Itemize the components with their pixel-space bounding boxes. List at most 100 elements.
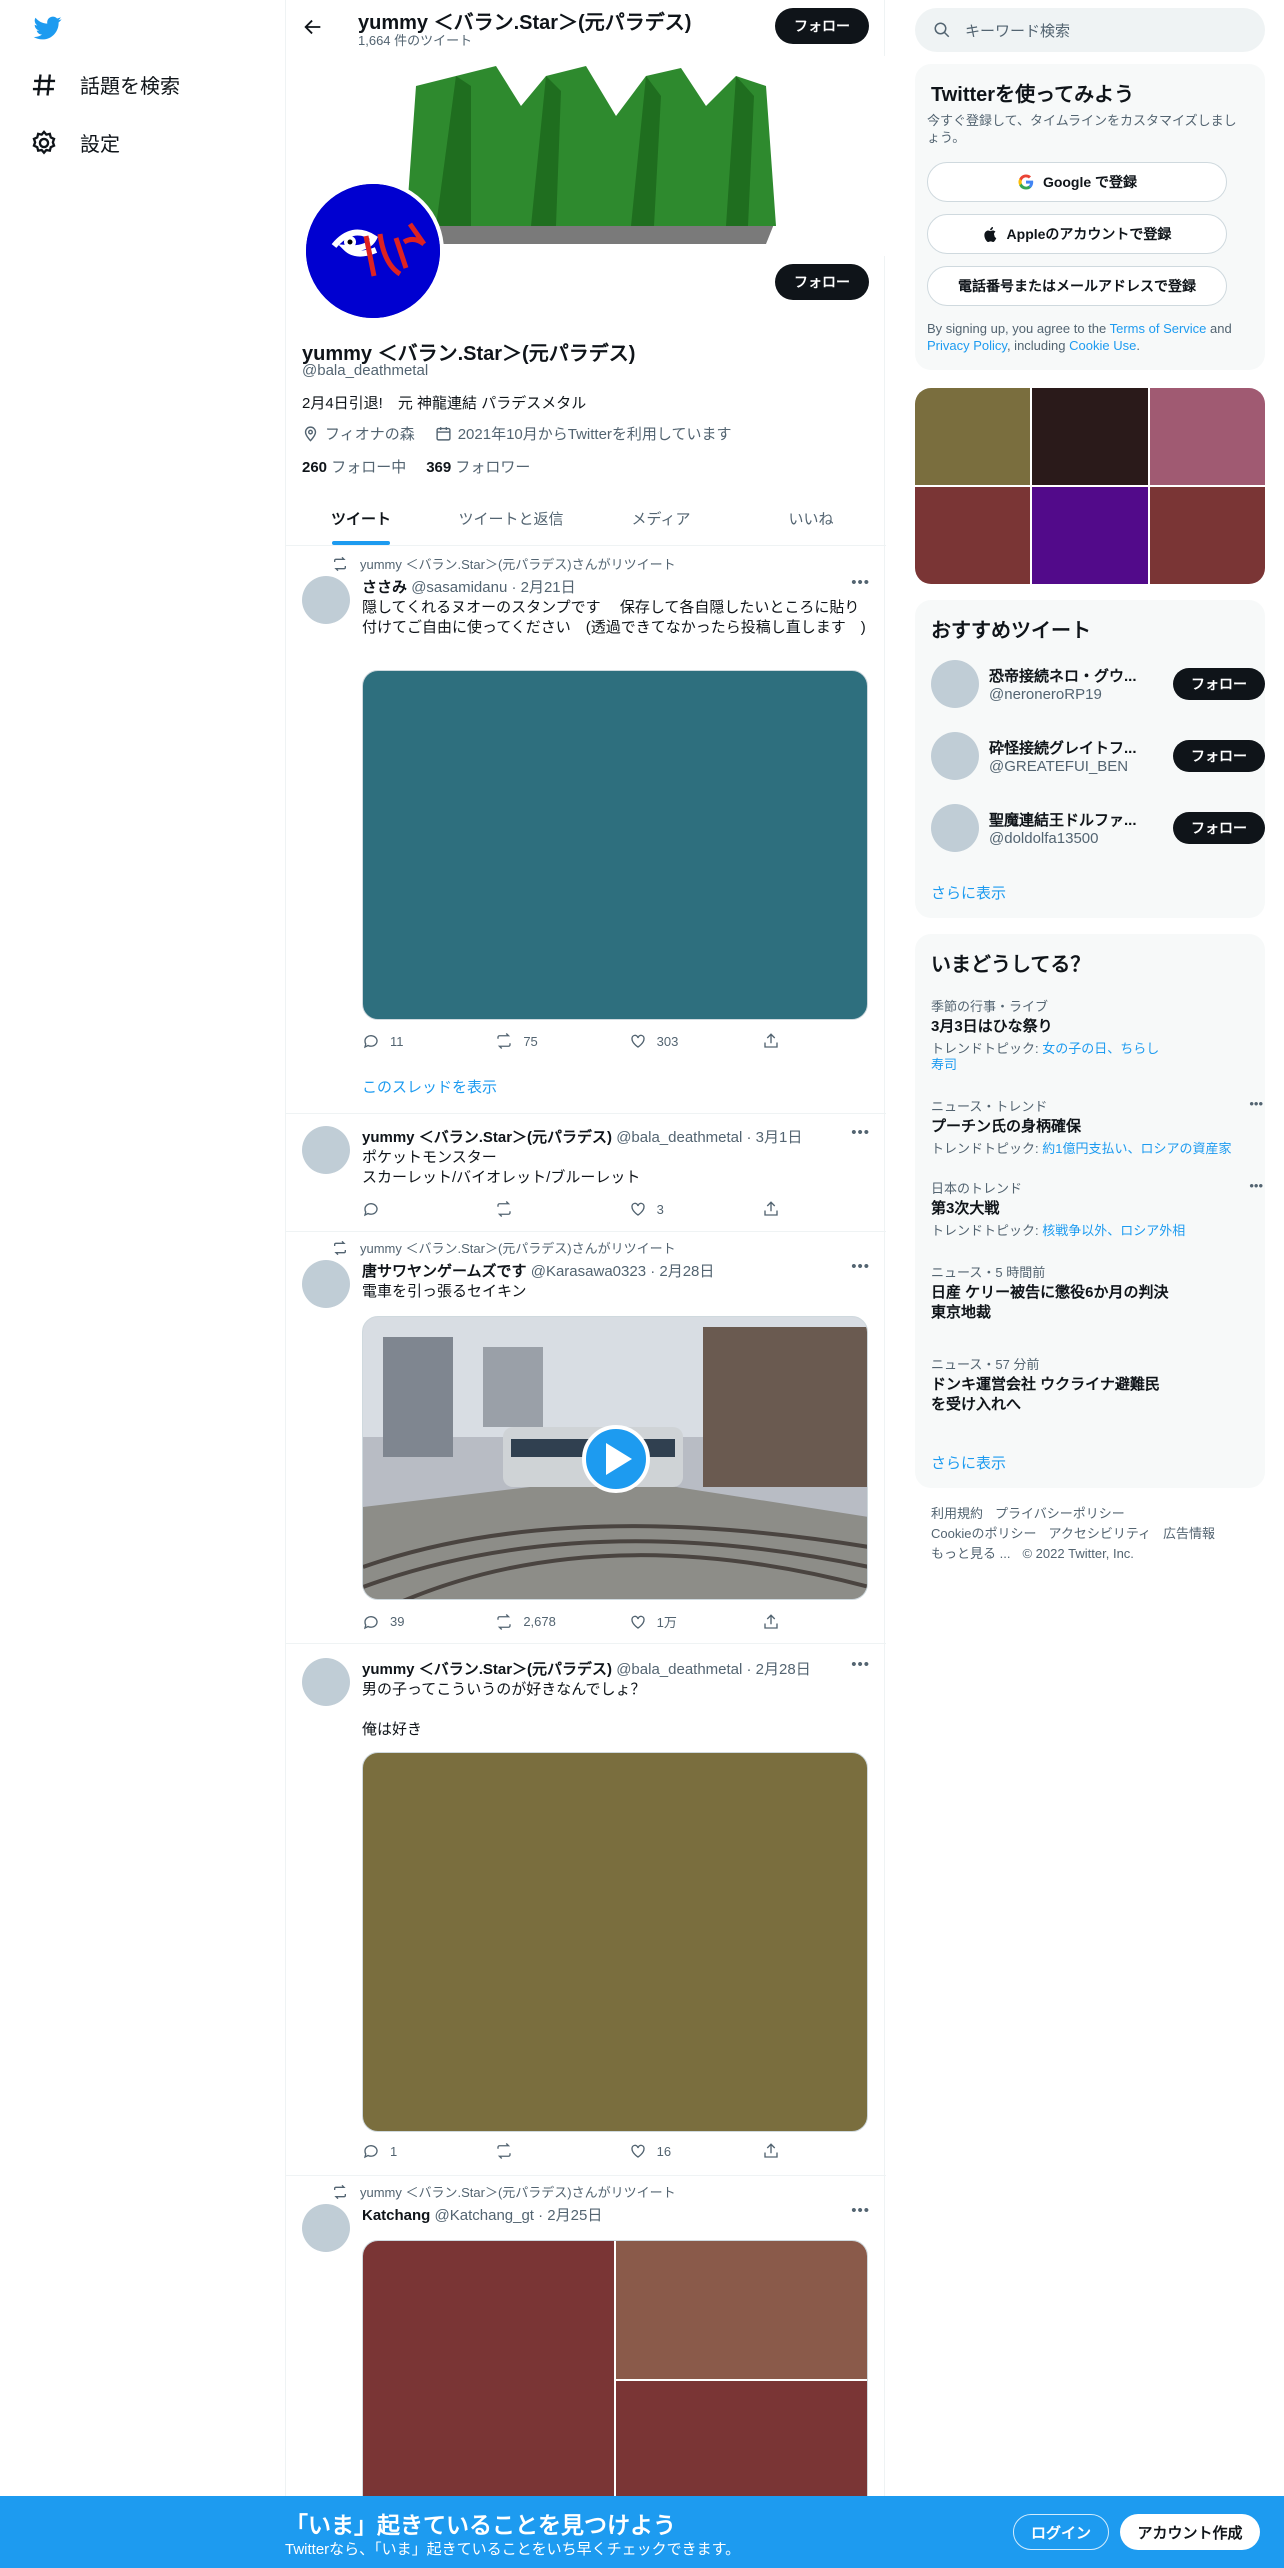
media-thumb[interactable] (915, 487, 1031, 584)
tab-tweets-replies[interactable]: ツイートと返信 (436, 492, 586, 545)
profile-follow-button[interactable]: フォロー (775, 264, 869, 300)
share-button[interactable] (762, 1032, 782, 1050)
media-thumb[interactable] (1032, 388, 1148, 485)
tweet-image[interactable] (363, 2241, 614, 2519)
tweet-author[interactable]: Katchang (362, 2207, 430, 2224)
back-arrow-icon[interactable] (302, 16, 324, 38)
recommended-user[interactable]: 恐帝接続ネロ・グウ... @neroneroRP19 フォロー (931, 660, 1265, 708)
reply-button[interactable]: 39 (362, 1612, 472, 1631)
profile-avatar[interactable] (302, 180, 444, 322)
trend-item[interactable]: 日本のトレンド 第3次大戦 トレンドトピック: 核戦争以外、ロシア外相 ••• (931, 1178, 1263, 1239)
like-button[interactable]: 3 (629, 1200, 739, 1218)
follow-button[interactable]: フォロー (1173, 740, 1265, 772)
tweet-actions: 11 75 303 (362, 1032, 782, 1050)
nav-explore[interactable]: 話題を検索 (30, 70, 180, 99)
trend-topic-link[interactable]: 核戦争以外、ロシア外相 (1042, 1223, 1185, 1238)
share-button[interactable] (762, 1612, 782, 1631)
more-icon[interactable]: ••• (851, 1124, 870, 1141)
trend-item[interactable]: ニュース・5 時間前 日産 ケリー被告に懲役6か月の判決 東京地裁 (931, 1262, 1171, 1323)
signup-button[interactable]: アカウント作成 (1120, 2514, 1260, 2550)
recommended-user[interactable]: 砕怪接続グレイトフ... @GREATEFUI_BEN フォロー (931, 732, 1265, 780)
footer-terms-link[interactable]: 利用規約 (931, 1506, 983, 1521)
show-thread-link[interactable]: このスレッドを表示 (362, 1076, 497, 1097)
tweet-author[interactable]: 唐サワヤンゲームズです (362, 1263, 527, 1280)
reply-button[interactable]: 1 (362, 2142, 472, 2160)
footer-accessibility-link[interactable]: アクセシビリティ (1048, 1526, 1151, 1541)
trend-topic-link[interactable]: 約1億円支払い、ロシアの資産家 (1042, 1141, 1231, 1156)
reply-button[interactable]: 11 (362, 1032, 472, 1050)
twitter-logo-icon[interactable] (32, 14, 64, 42)
avatar[interactable] (302, 1260, 350, 1308)
login-button[interactable]: ログイン (1013, 2514, 1109, 2550)
tweet[interactable]: yummy ＜バラン.Star＞(元パラデス)さんがリツイート Katchang… (286, 2176, 886, 2520)
more-icon[interactable]: ••• (851, 2202, 870, 2219)
media-thumb[interactable] (1032, 487, 1148, 584)
trend-item[interactable]: ニュース・トレンド プーチン氏の身柄確保 トレンドトピック: 約1億円支払い、ロ… (931, 1096, 1263, 1157)
retweet-button[interactable]: 75 (495, 1032, 605, 1050)
avatar[interactable] (302, 1126, 350, 1174)
tweet-image-grid[interactable] (362, 2240, 868, 2520)
tweet-author[interactable]: ささみ (362, 579, 407, 596)
more-icon[interactable]: ••• (1249, 1178, 1263, 1193)
footer-privacy-link[interactable]: プライバシーポリシー (995, 1506, 1125, 1521)
avatar[interactable] (931, 732, 979, 780)
more-icon[interactable]: ••• (1249, 1096, 1263, 1111)
apple-signup-button[interactable]: Appleのアカウントで登録 (927, 214, 1227, 254)
media-thumb[interactable] (1149, 487, 1265, 584)
recommended-user[interactable]: 聖魔連結王ドルファ... @doldolfa13500 フォロー (931, 804, 1265, 852)
tweet-image[interactable] (362, 1752, 868, 2132)
followers-link[interactable]: 369 フォロワー (426, 456, 530, 477)
phone-signup-button[interactable]: 電話番号またはメールアドレスで登録 (927, 266, 1227, 306)
more-icon[interactable]: ••• (851, 1656, 870, 1673)
more-icon[interactable]: ••• (851, 1258, 870, 1275)
like-button[interactable]: 1万 (629, 1612, 739, 1631)
like-button[interactable]: 16 (629, 2142, 739, 2160)
tweet[interactable]: yummy ＜バラン.Star＞(元パラデス)さんがリツイート 唐サワヤンゲーム… (286, 1232, 886, 1644)
privacy-link[interactable]: Privacy Policy (927, 338, 1007, 353)
tab-media[interactable]: メディア (586, 492, 736, 545)
nav-settings[interactable]: 設定 (30, 128, 120, 157)
media-thumb[interactable] (1149, 388, 1265, 485)
share-button[interactable] (762, 1200, 782, 1218)
show-more-link[interactable]: さらに表示 (931, 1452, 1006, 1473)
google-signup-button[interactable]: Google で登録 (927, 162, 1227, 202)
tweet[interactable]: yummy ＜バラン.Star＞(元パラデス) @bala_deathmetal… (286, 1114, 886, 1232)
search-input[interactable]: キーワード検索 (915, 8, 1265, 52)
retweet-button[interactable] (495, 1200, 605, 1218)
tweet[interactable]: yummy ＜バラン.Star＞(元パラデス)さんがリツイート ささみ @sas… (286, 546, 886, 1114)
share-button[interactable] (762, 2142, 782, 2160)
header-follow-button[interactable]: フォロー (775, 8, 869, 44)
avatar[interactable] (302, 1658, 350, 1706)
avatar[interactable] (931, 660, 979, 708)
avatar-image (306, 184, 440, 318)
tweet-author[interactable]: yummy ＜バラン.Star＞(元パラデス) (362, 1129, 612, 1146)
footer-cookie-link[interactable]: Cookieのポリシー (931, 1526, 1036, 1541)
tweet-image[interactable] (362, 670, 868, 1020)
trend-item[interactable]: 季節の行事・ライブ 3月3日はひな祭り トレンドトピック: 女の子の日、ちらし寿… (931, 996, 1251, 1073)
terms-link[interactable]: Terms of Service (1110, 321, 1207, 336)
search-placeholder: キーワード検索 (965, 22, 1071, 40)
tab-tweets[interactable]: ツイート (286, 492, 436, 545)
follow-button[interactable]: フォロー (1173, 668, 1265, 700)
retweet-button[interactable]: 2,678 (495, 1612, 605, 1631)
avatar[interactable] (302, 576, 350, 624)
tweet[interactable]: yummy ＜バラン.Star＞(元パラデス) @bala_deathmetal… (286, 1644, 886, 2176)
footer-ads-link[interactable]: 広告情報 (1163, 1526, 1215, 1541)
tab-likes[interactable]: いいね (736, 492, 886, 545)
more-icon[interactable]: ••• (851, 574, 870, 591)
avatar[interactable] (302, 2204, 350, 2252)
tweet-author[interactable]: yummy ＜バラン.Star＞(元パラデス) (362, 1661, 612, 1678)
following-link[interactable]: 260 フォロー中 (302, 456, 406, 477)
avatar[interactable] (931, 804, 979, 852)
retweet-button[interactable] (495, 2142, 605, 2160)
reply-button[interactable] (362, 1200, 472, 1218)
like-button[interactable]: 303 (629, 1032, 739, 1050)
tweet-video[interactable] (362, 1316, 868, 1600)
tweet-image[interactable] (616, 2241, 867, 2379)
cookie-link[interactable]: Cookie Use (1069, 338, 1136, 353)
show-more-link[interactable]: さらに表示 (931, 882, 1006, 903)
trend-item[interactable]: ニュース・57 分前 ドンキ運営会社 ウクライナ避難民を受け入れへ (931, 1354, 1171, 1415)
media-thumb[interactable] (915, 388, 1031, 485)
follow-button[interactable]: フォロー (1173, 812, 1265, 844)
footer-more-link[interactable]: もっと見る ... (931, 1546, 1010, 1561)
